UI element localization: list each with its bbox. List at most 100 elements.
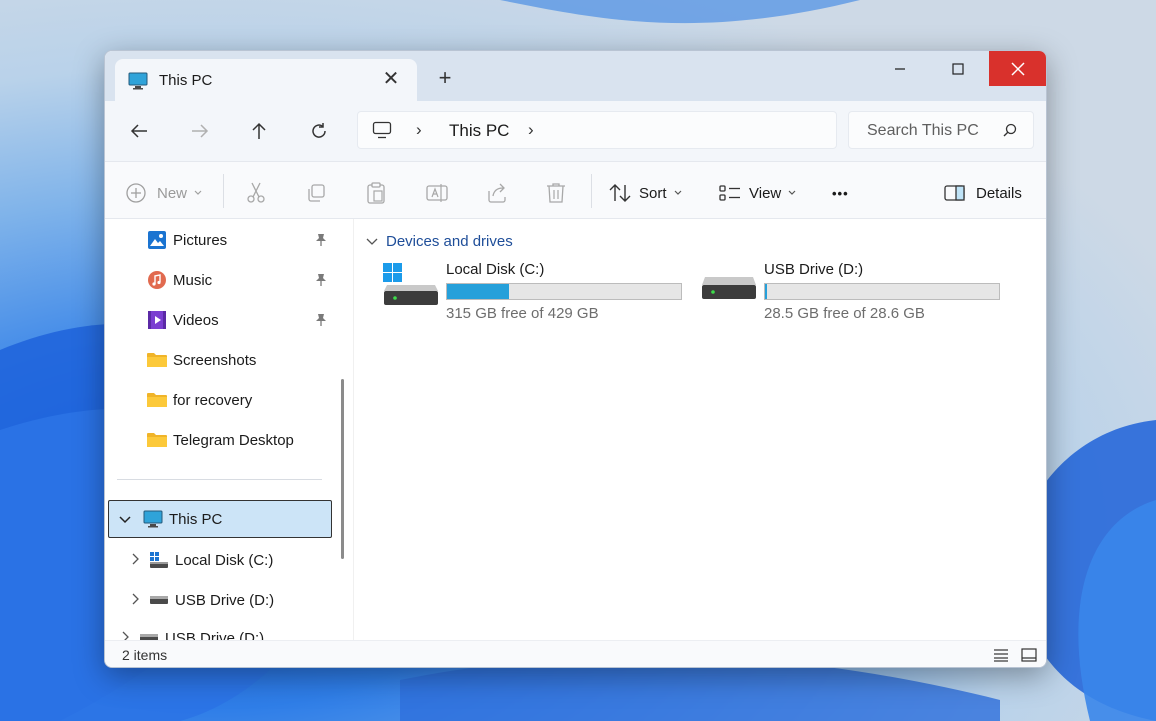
computer-icon xyxy=(372,121,392,144)
sidebar-item-label: This PC xyxy=(169,510,223,528)
sidebar-item-label: Telegram Desktop xyxy=(173,431,294,449)
group-header-devices-and-drives[interactable]: Devices and drives xyxy=(366,233,513,250)
back-button[interactable] xyxy=(127,119,151,143)
drive-name: Local Disk (C:) xyxy=(446,261,545,278)
usb-drive-icon xyxy=(149,590,169,610)
close-tab-icon[interactable]: ✕ xyxy=(381,69,401,89)
sidebar-item-usb-drive-d-network[interactable]: USB Drive (D:) xyxy=(121,619,264,640)
pin-icon[interactable] xyxy=(315,233,327,251)
chevron-down-icon[interactable] xyxy=(119,512,137,527)
sidebar-item-telegram-desktop[interactable]: Telegram Desktop xyxy=(147,421,294,459)
details-label: Details xyxy=(976,184,1022,202)
drive-free-space: 315 GB free of 429 GB xyxy=(446,305,599,322)
refresh-button[interactable] xyxy=(307,119,331,143)
list-view-icon xyxy=(994,649,1008,662)
sort-label: Sort xyxy=(639,184,667,202)
system-drive-icon xyxy=(149,550,169,570)
folder-icon xyxy=(147,350,167,370)
sidebar-item-label: for recovery xyxy=(173,391,253,409)
new-button[interactable]: New xyxy=(125,181,203,205)
sidebar-item-label: Videos xyxy=(173,311,219,329)
sidebar-item-label: Local Disk (C:) xyxy=(175,551,274,569)
tile-view-icon xyxy=(1021,648,1037,662)
more-options-button[interactable]: ••• xyxy=(832,181,849,205)
command-bar: New Sort View ••• Details xyxy=(105,161,1046,219)
details-pane-icon xyxy=(944,185,965,201)
view-icon xyxy=(719,185,740,201)
drive-usage-fill xyxy=(447,284,510,299)
delete-button[interactable] xyxy=(546,181,566,205)
chevron-right-icon[interactable] xyxy=(131,593,149,608)
maximize-button[interactable] xyxy=(929,51,987,86)
search-placeholder[interactable]: Search This PC xyxy=(867,122,979,140)
tab-this-pc[interactable]: This PC ✕ xyxy=(115,59,417,101)
navigation-scrollbar[interactable] xyxy=(341,379,344,559)
up-button[interactable] xyxy=(247,119,271,143)
minimize-button[interactable] xyxy=(871,51,929,86)
videos-icon xyxy=(147,310,167,330)
tiles-view-toggle[interactable] xyxy=(1021,648,1037,667)
breadcrumb-chevron-icon[interactable]: › xyxy=(528,120,534,140)
search-icon xyxy=(1003,123,1017,142)
status-bar: 2 items xyxy=(105,640,1046,667)
minimize-icon xyxy=(895,67,905,70)
monitor-icon xyxy=(143,509,163,529)
sidebar-item-local-disk-c[interactable]: Local Disk (C:) xyxy=(131,541,273,579)
new-tab-button[interactable]: + xyxy=(435,67,455,89)
sidebar-item-pictures[interactable]: Pictures xyxy=(147,221,227,259)
drive-usage-bar xyxy=(764,283,1000,300)
view-button[interactable]: View xyxy=(719,181,797,205)
back-arrow-icon xyxy=(130,124,147,138)
sidebar-item-label: Screenshots xyxy=(173,351,257,369)
close-window-button[interactable] xyxy=(989,51,1046,86)
navigation-row: › This PC › Search This PC xyxy=(105,101,1046,161)
breadcrumb-chevron-icon[interactable]: › xyxy=(416,120,422,140)
group-header-label: Devices and drives xyxy=(386,233,513,250)
sidebar-item-for-recovery[interactable]: for recovery xyxy=(147,381,252,419)
drive-tile-usb-drive-d[interactable]: USB Drive (D:) 28.5 GB free of 28.6 GB xyxy=(701,261,1001,323)
share-icon xyxy=(488,183,506,203)
details-button[interactable]: Details xyxy=(944,181,1022,205)
sidebar-item-screenshots[interactable]: Screenshots xyxy=(147,341,256,379)
drive-name: USB Drive (D:) xyxy=(764,261,864,278)
pin-icon[interactable] xyxy=(315,273,327,291)
breadcrumb-this-pc[interactable]: This PC xyxy=(449,121,509,141)
clipboard-icon xyxy=(367,182,385,204)
sort-button[interactable]: Sort xyxy=(609,181,683,205)
sidebar-item-this-pc[interactable]: This PC xyxy=(108,500,332,538)
sidebar-item-label: USB Drive (D:) xyxy=(165,629,265,641)
trash-icon xyxy=(547,183,565,203)
sidebar-item-music[interactable]: Music xyxy=(147,261,212,299)
item-count: 2 items xyxy=(122,647,168,663)
folder-icon xyxy=(147,390,167,410)
rename-button[interactable] xyxy=(426,181,448,205)
usb-drive-icon xyxy=(139,628,159,640)
chevron-right-icon[interactable] xyxy=(121,631,139,640)
paste-button[interactable] xyxy=(366,181,386,205)
system-drive-icon xyxy=(383,261,439,312)
close-icon xyxy=(1011,61,1025,76)
usb-drive-icon xyxy=(701,261,757,312)
separator xyxy=(223,174,224,208)
cut-button[interactable] xyxy=(246,181,266,205)
address-bar[interactable]: › This PC › xyxy=(357,111,837,149)
details-view-toggle[interactable] xyxy=(993,648,1009,667)
sidebar-item-label: USB Drive (D:) xyxy=(175,591,275,609)
pin-icon[interactable] xyxy=(315,313,327,331)
content-area: Devices and drives Local Disk (C:) 315 G… xyxy=(354,219,1046,640)
copy-button[interactable] xyxy=(306,181,326,205)
copy-icon xyxy=(308,184,325,202)
chevron-down-icon xyxy=(194,190,202,195)
drive-usage-fill xyxy=(765,284,767,299)
drive-tile-local-disk-c[interactable]: Local Disk (C:) 315 GB free of 429 GB xyxy=(383,261,683,323)
chevron-right-icon[interactable] xyxy=(131,553,149,568)
sidebar-item-videos[interactable]: Videos xyxy=(147,301,219,339)
forward-button[interactable] xyxy=(188,119,212,143)
music-icon xyxy=(147,270,167,290)
plus-circle-icon xyxy=(126,183,146,203)
share-button[interactable] xyxy=(486,181,508,205)
tab-title: This PC xyxy=(159,72,213,89)
search-box[interactable]: Search This PC xyxy=(848,111,1034,149)
drive-free-space: 28.5 GB free of 28.6 GB xyxy=(764,305,925,322)
sidebar-item-usb-drive-d[interactable]: USB Drive (D:) xyxy=(131,581,274,619)
